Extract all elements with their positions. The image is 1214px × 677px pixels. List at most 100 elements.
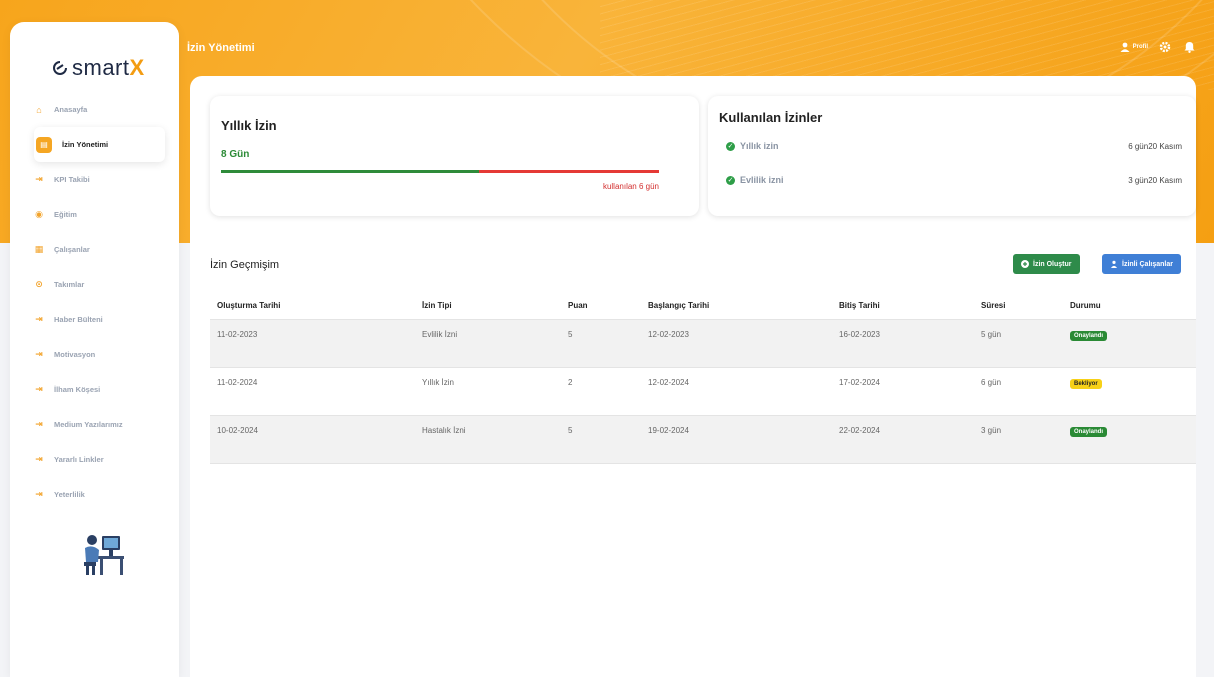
column-header[interactable]: Oluşturma Tarihi bbox=[210, 292, 415, 319]
cell-points: 5 bbox=[561, 319, 641, 367]
table-row[interactable]: 10-02-2024 Hastalık İzni 5 19-02-2024 22… bbox=[210, 415, 1196, 463]
table-row[interactable]: 11-02-2023 Evlilik İzni 5 12-02-2023 16-… bbox=[210, 319, 1196, 367]
sidebar-item-yeterlilik[interactable]: ⇥ Yeterlilik bbox=[34, 477, 165, 512]
table-row[interactable]: 11-02-2024 Yıllık İzin 2 12-02-2024 17-0… bbox=[210, 367, 1196, 415]
sidebar-item-takimlar[interactable]: ⊙ Takımlar bbox=[34, 267, 165, 302]
sidebar-nav: ⌂ Anasayfa ▤ İzin Yönetimi ⇥ KPI Takibi ◉ Eğ… bbox=[10, 92, 179, 512]
sidebar-item-label: İzin Yönetimi bbox=[62, 140, 109, 149]
workstation-illustration bbox=[84, 535, 124, 575]
team-icon: ⊙ bbox=[35, 279, 43, 289]
status-badge: Onaylandı bbox=[1070, 330, 1108, 341]
sidebar-item-ilham-kosesi[interactable]: ⇥ İlham Köşesi bbox=[34, 372, 165, 407]
sidebar-item-izin-yonetimi[interactable]: ▤ İzin Yönetimi bbox=[34, 127, 165, 162]
sidebar-item-label: Anasayfa bbox=[54, 105, 88, 114]
logo-accent: X bbox=[129, 55, 145, 80]
used-leaves-title: Kullanılan İzinler bbox=[719, 110, 823, 125]
education-icon: ◉ bbox=[35, 209, 43, 219]
used-leave-name: Evlilik izni bbox=[740, 175, 784, 185]
sidebar-item-label: Medium Yazılarımız bbox=[54, 420, 123, 429]
login-icon: ⇥ bbox=[35, 489, 43, 499]
table-header-row: Oluşturma Tarihi İzin Tipi Puan Başlangı… bbox=[210, 292, 1196, 319]
used-leave-amount: 6 gün20 Kasım bbox=[1128, 141, 1182, 151]
cell-status: Onaylandı bbox=[1063, 319, 1196, 367]
check-circle-icon: ✓ bbox=[726, 175, 735, 185]
cell-type: Hastalık İzni bbox=[415, 415, 561, 463]
cell-type: Evlilik İzni bbox=[415, 319, 561, 367]
calendar-icon: ▤ bbox=[36, 136, 52, 153]
grid-icon: ▦ bbox=[34, 244, 44, 254]
plus-circle-icon bbox=[1021, 260, 1029, 268]
used-leave-row: ✓ Yıllık izin 6 gün20 Kasım bbox=[726, 141, 1182, 151]
cell-start: 12-02-2023 bbox=[641, 319, 832, 367]
page-title: İzin Yönetimi bbox=[187, 42, 255, 54]
sidebar-item-medium-yazilarimiz[interactable]: ⇥ Medium Yazılarımız bbox=[34, 407, 165, 442]
logo-text: smart bbox=[72, 55, 130, 80]
column-header[interactable]: Bitiş Tarihi bbox=[832, 292, 974, 319]
create-leave-label: İzin Oluştur bbox=[1033, 260, 1072, 268]
sidebar-item-anasayfa[interactable]: ⌂ Anasayfa bbox=[34, 92, 165, 127]
sidebar-item-label: Takımlar bbox=[54, 280, 85, 289]
header-actions: Profil bbox=[1120, 40, 1196, 54]
sidebar-item-label: Yararlı Linkler bbox=[54, 455, 104, 464]
sidebar-item-label: Çalışanlar bbox=[54, 245, 90, 254]
column-header[interactable]: Puan bbox=[561, 292, 641, 319]
profile-link[interactable]: Profil bbox=[1120, 42, 1148, 52]
cell-start: 12-02-2024 bbox=[641, 367, 832, 415]
sidebar-item-label: Eğitim bbox=[54, 210, 77, 219]
bell-icon[interactable] bbox=[1182, 40, 1196, 54]
cell-duration: 5 gün bbox=[974, 319, 1063, 367]
user-icon bbox=[1120, 42, 1130, 52]
annual-leave-progress-fill bbox=[221, 170, 480, 173]
cell-duration: 3 gün bbox=[974, 415, 1063, 463]
cell-end: 22-02-2024 bbox=[832, 415, 974, 463]
sidebar-item-egitim[interactable]: ◉ Eğitim bbox=[34, 197, 165, 232]
cell-start: 19-02-2024 bbox=[641, 415, 832, 463]
login-icon: ⇥ bbox=[35, 454, 43, 464]
annual-leave-progress bbox=[221, 170, 659, 173]
used-leave-row: ✓ Evlilik izni 3 gün20 Kasım bbox=[726, 175, 1182, 185]
sidebar-item-label: KPI Takibi bbox=[54, 175, 90, 184]
login-icon: ⇥ bbox=[35, 349, 43, 359]
leave-history-title: İzin Geçmişim bbox=[210, 259, 280, 271]
sidebar-item-label: Yeterlilik bbox=[54, 490, 85, 499]
cell-status: Bekliyor bbox=[1063, 367, 1196, 415]
status-badge: Bekliyor bbox=[1070, 378, 1102, 389]
logo-icon bbox=[53, 61, 67, 75]
cell-duration: 6 gün bbox=[974, 367, 1063, 415]
employees-on-leave-button[interactable]: İzinli Çalışanlar bbox=[1102, 254, 1181, 274]
cell-type: Yıllık İzin bbox=[415, 367, 561, 415]
check-circle-icon: ✓ bbox=[726, 141, 735, 151]
cell-created: 10-02-2024 bbox=[210, 415, 415, 463]
cell-end: 16-02-2023 bbox=[832, 319, 974, 367]
annual-leave-used-text: kullanılan 6 gün bbox=[602, 182, 659, 191]
column-header[interactable]: Süresi bbox=[974, 292, 1063, 319]
login-icon: ⇥ bbox=[35, 384, 43, 394]
column-header[interactable]: Başlangıç Tarihi bbox=[641, 292, 832, 319]
sidebar-item-haber-bulteni[interactable]: ⇥ Haber Bülteni bbox=[34, 302, 165, 337]
gear-icon[interactable] bbox=[1158, 40, 1172, 54]
create-leave-button[interactable]: İzin Oluştur bbox=[1013, 254, 1080, 274]
home-icon: ⌂ bbox=[36, 104, 42, 115]
cell-points: 5 bbox=[561, 415, 641, 463]
column-header[interactable]: Durumu bbox=[1063, 292, 1196, 319]
cell-created: 11-02-2023 bbox=[210, 319, 415, 367]
used-leave-name: Yıllık izin bbox=[740, 141, 779, 151]
sidebar-item-motivasyon[interactable]: ⇥ Motivasyon bbox=[34, 337, 165, 372]
leave-history-table: Oluşturma Tarihi İzin Tipi Puan Başlangı… bbox=[210, 292, 1196, 464]
login-icon: ⇥ bbox=[35, 314, 43, 324]
sidebar-item-label: Motivasyon bbox=[54, 350, 96, 359]
status-badge: Onaylandı bbox=[1070, 426, 1108, 437]
sidebar-item-kpi-takibi[interactable]: ⇥ KPI Takibi bbox=[34, 162, 165, 197]
employees-on-leave-label: İzinli Çalışanlar bbox=[1122, 260, 1173, 268]
profile-label: Profil bbox=[1132, 44, 1148, 50]
users-icon bbox=[1111, 260, 1117, 268]
sidebar-item-calisanlar[interactable]: ▦ Çalışanlar bbox=[34, 232, 165, 267]
used-leave-amount: 3 gün20 Kasım bbox=[1128, 175, 1182, 185]
sidebar-item-label: İlham Köşesi bbox=[54, 385, 101, 394]
logo[interactable]: smart X bbox=[52, 54, 144, 82]
used-leaves-card: Kullanılan İzinler ✓ Yıllık izin 6 gün20… bbox=[708, 96, 1196, 216]
sidebar-item-yararli-linkler[interactable]: ⇥ Yararlı Linkler bbox=[34, 442, 165, 477]
column-header[interactable]: İzin Tipi bbox=[415, 292, 561, 319]
cell-created: 11-02-2024 bbox=[210, 367, 415, 415]
cell-points: 2 bbox=[561, 367, 641, 415]
